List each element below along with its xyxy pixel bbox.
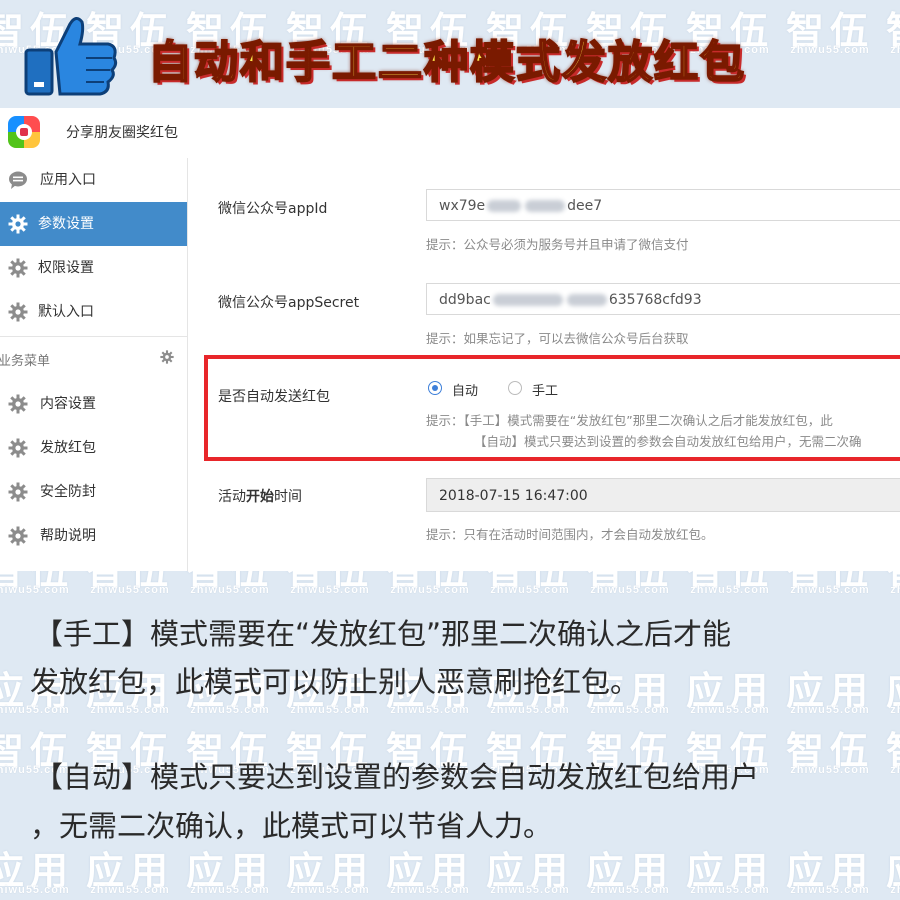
explain-line-3: 【自动】模式只要达到设置的参数会自动发放红包给用户 — [34, 760, 760, 794]
appid-label: 微信公众号appId — [218, 201, 328, 217]
sidebar-item-app-entry[interactable]: 应用入口 — [0, 158, 187, 202]
sidebar-item-label: 发放红包 — [40, 440, 96, 456]
mode-hint-line-1: 提示：【手工】模式需要在“发放红包”那里二次确认之后才能发放红包，此 — [426, 413, 833, 428]
appid-hint: 提示：公众号必须为服务号并且申请了微信支付 — [426, 237, 689, 252]
app-title: 分享朋友圈奖红包 — [66, 125, 178, 141]
watermark-url: zhiwu55.comzhiwu55.comzhiwu55.comzhiwu55… — [0, 584, 900, 596]
header-banner: 自动和手工二种模式发放红包 — [0, 0, 900, 108]
appid-value-start: wx79e — [439, 198, 486, 214]
banner-title: 自动和手工二种模式发放红包 — [147, 36, 746, 89]
secret-hint: 提示：如果忘记了，可以去微信公众号后台获取 — [426, 331, 689, 346]
app-logo-icon — [8, 116, 40, 148]
radio-manual-label: 手工 — [532, 384, 559, 399]
watermark-url: zhiwu55.comzhiwu55.comzhiwu55.comzhiwu55… — [0, 704, 900, 716]
sidebar-item-content-settings[interactable]: 内容设置 — [0, 382, 187, 426]
gear-icon[interactable] — [160, 350, 174, 364]
gear-icon — [8, 258, 28, 278]
app-window: 分享朋友圈奖红包 应用入口 参数设置 权限设置 默认入口 业务菜单 内容设置 发… — [0, 108, 900, 571]
sidebar-item-permissions[interactable]: 权限设置 — [0, 246, 187, 290]
sidebar-item-label: 默认入口 — [38, 304, 94, 320]
start-time-label: 活动开始时间 — [218, 489, 302, 505]
start-time-input[interactable]: 2018-07-15 16:47:00 — [426, 478, 900, 512]
appid-input[interactable]: wx79e dee7 — [426, 189, 900, 221]
gear-icon — [8, 302, 28, 322]
gear-icon — [8, 394, 28, 414]
gear-icon — [8, 438, 28, 458]
sidebar-item-help[interactable]: 帮助说明 — [0, 514, 187, 558]
appid-value-end: dee7 — [567, 198, 603, 214]
secret-value-end: 635768cfd93 — [608, 292, 702, 308]
mode-hint-line-2: 【自动】模式只要达到设置的参数会自动发放红包给用户，无需二次确 — [474, 434, 862, 449]
explain-line-4: ，无需二次确认，此模式可以节省人力。 — [30, 809, 553, 843]
secret-input[interactable]: dd9bac 635768cfd93 — [426, 283, 900, 315]
secret-label: 微信公众号appSecret — [218, 295, 360, 311]
settings-form: 微信公众号appId wx79e dee7 提示：公众号必须为服务号并且申请了微信… — [188, 158, 900, 571]
sidebar-item-label: 安全防封 — [40, 484, 96, 500]
sidebar-section-header: 业务菜单 — [0, 348, 187, 372]
sidebar-section-label: 业务菜单 — [0, 354, 51, 369]
sidebar-item-label: 权限设置 — [38, 260, 94, 276]
sidebar-divider — [0, 336, 187, 337]
start-time-value: 2018-07-15 16:47:00 — [439, 488, 588, 504]
start-time-hint: 提示：只有在活动时间范围内，才会自动发放红包。 — [426, 527, 714, 542]
thumbs-up-icon — [24, 17, 118, 96]
sidebar-item-label: 参数设置 — [38, 216, 94, 232]
chat-icon — [9, 171, 27, 189]
radio-dot[interactable] — [428, 381, 442, 395]
sidebar-item-label: 帮助说明 — [40, 528, 96, 544]
explain-line-2: 发放红包，此模式可以防止别人恶意刷抢红包。 — [30, 665, 640, 699]
auto-send-label: 是否自动发送红包 — [218, 389, 330, 405]
radio-auto-label: 自动 — [452, 384, 479, 399]
top-bar: 分享朋友圈奖红包 — [0, 108, 900, 159]
explain-line-1: 【手工】模式需要在“发放红包”那里二次确认之后才能 — [34, 617, 732, 651]
gear-icon — [8, 214, 28, 234]
sidebar-item-send-redpacket[interactable]: 发放红包 — [0, 426, 187, 470]
gear-icon — [8, 482, 28, 502]
sidebar-item-security[interactable]: 安全防封 — [0, 470, 187, 514]
radio-dot[interactable] — [508, 381, 522, 395]
sidebar: 应用入口 参数设置 权限设置 默认入口 业务菜单 内容设置 发放红包 安全防封 … — [0, 158, 188, 571]
sidebar-item-label: 内容设置 — [40, 396, 96, 412]
gear-icon — [8, 526, 28, 546]
watermark-url: zhiwu55.comzhiwu55.comzhiwu55.comzhiwu55… — [0, 884, 900, 896]
secret-value-start: dd9bac — [439, 292, 491, 308]
sidebar-item-params[interactable]: 参数设置 — [0, 202, 187, 246]
sidebar-item-label: 应用入口 — [40, 172, 96, 188]
sidebar-item-default-entry[interactable]: 默认入口 — [0, 290, 187, 334]
